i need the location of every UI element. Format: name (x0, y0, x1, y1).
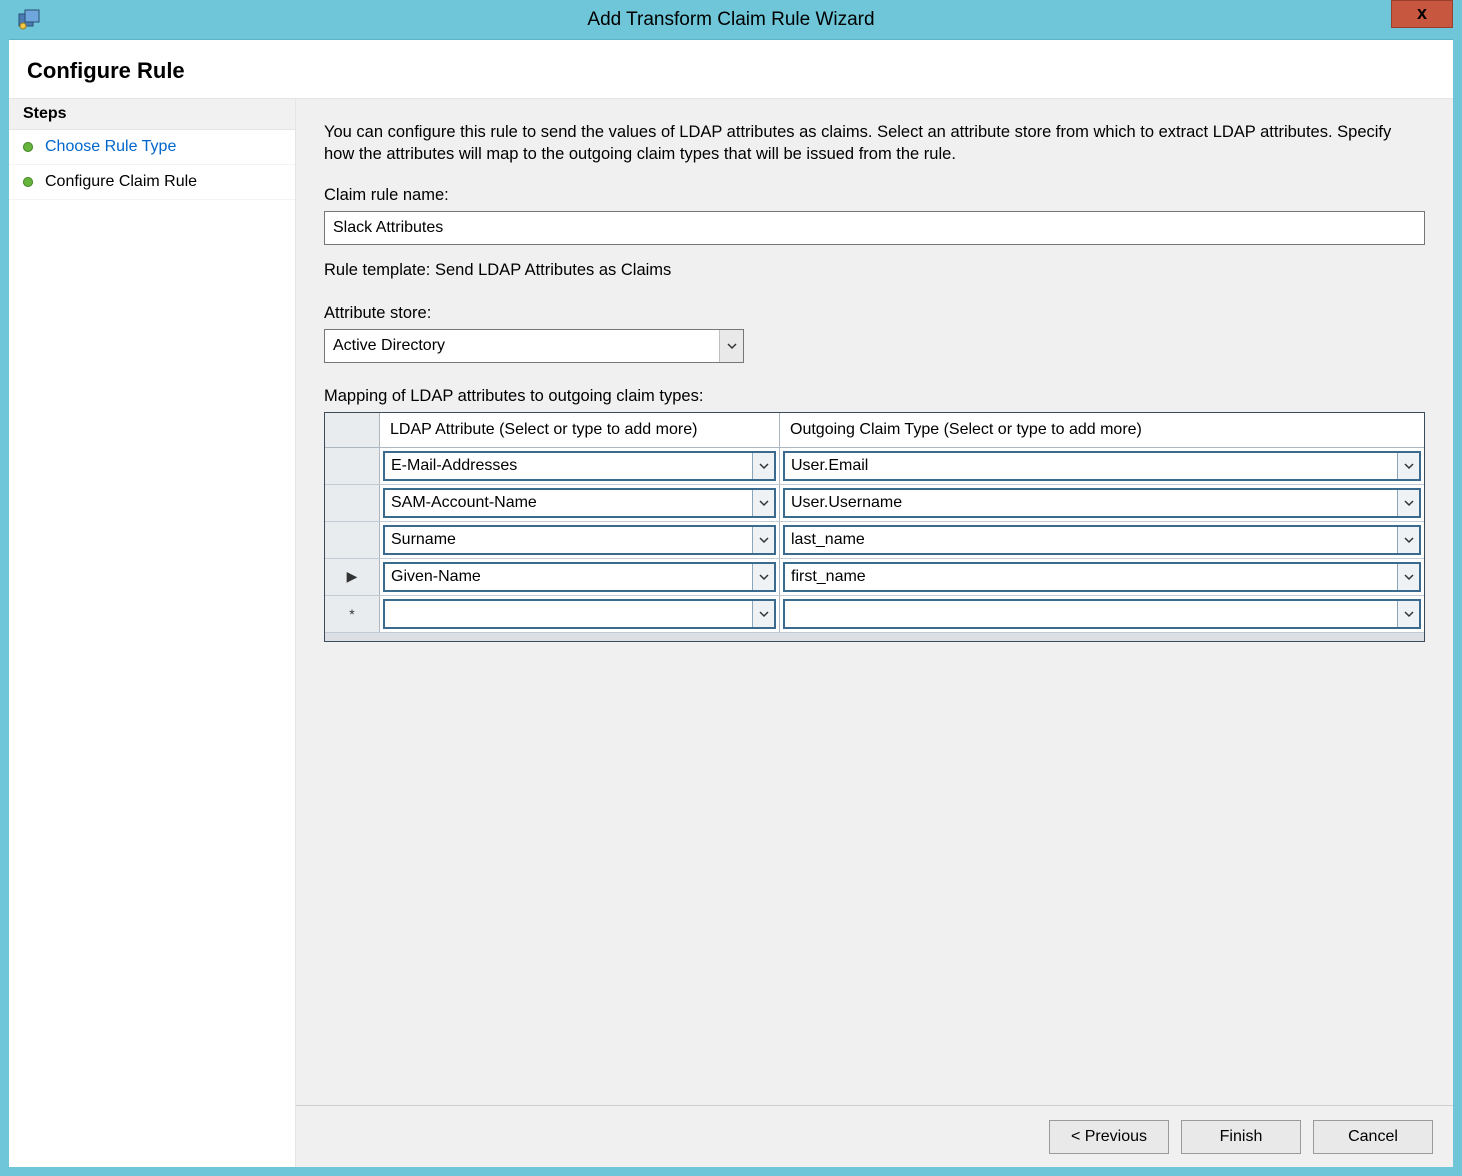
outgoing-claim-value: first_name (785, 568, 1397, 586)
mapping-grid: LDAP Attribute (Select or type to add mo… (324, 412, 1425, 642)
row-marker[interactable]: * (325, 596, 380, 632)
cell-claim: last_name (780, 522, 1424, 558)
cell-ldap: E-Mail-Addresses (380, 448, 780, 484)
ldap-attribute-value: SAM-Account-Name (385, 494, 752, 512)
outgoing-claim-combo[interactable]: last_name (783, 525, 1421, 555)
outgoing-claim-combo[interactable]: first_name (783, 562, 1421, 592)
chevron-down-icon (1397, 490, 1419, 516)
outgoing-claim-combo[interactable]: User.Email (783, 451, 1421, 481)
step-configure-claim-rule[interactable]: Configure Claim Rule (9, 165, 295, 200)
claim-rule-name-label: Claim rule name: (324, 186, 1425, 205)
ldap-attribute-combo[interactable]: SAM-Account-Name (383, 488, 776, 518)
outgoing-claim-value: User.Username (785, 494, 1397, 512)
grid-body: E-Mail-Addresses User.Email SAM-Account-Na… (325, 448, 1424, 633)
ldap-attribute-combo[interactable] (383, 599, 776, 629)
finish-button[interactable]: Finish (1181, 1120, 1301, 1154)
grid-row: Surname last_name (325, 522, 1424, 559)
cancel-button[interactable]: Cancel (1313, 1120, 1433, 1154)
ldap-attribute-value: Surname (385, 531, 752, 549)
attribute-store-combo[interactable] (324, 329, 744, 363)
cell-ldap: Given-Name (380, 559, 780, 595)
rule-template-text: Rule template: Send LDAP Attributes as C… (324, 261, 1425, 280)
grid-footer-strip (325, 633, 1424, 641)
grid-row: ▶ Given-Name first_name (325, 559, 1424, 596)
step-choose-rule-type[interactable]: Choose Rule Type (9, 130, 295, 165)
claim-rule-name-input[interactable] (324, 211, 1425, 245)
row-marker[interactable] (325, 485, 380, 521)
attribute-store-value[interactable] (324, 329, 744, 363)
cell-claim (780, 596, 1424, 632)
wizard-window: Add Transform Claim Rule Wizard x Config… (9, 0, 1453, 1167)
chevron-down-icon (1397, 564, 1419, 590)
chevron-down-icon (752, 601, 774, 627)
grid-row: E-Mail-Addresses User.Email (325, 448, 1424, 485)
mapping-label: Mapping of LDAP attributes to outgoing c… (324, 387, 1425, 406)
main-pane: You can configure this rule to send the … (296, 99, 1453, 1167)
steps-sidebar: Steps Choose Rule Type Configure Claim R… (9, 99, 296, 1167)
previous-button[interactable]: < Previous (1049, 1120, 1169, 1154)
grid-header-row: LDAP Attribute (Select or type to add mo… (325, 413, 1424, 448)
cell-claim: User.Username (780, 485, 1424, 521)
attribute-store-label: Attribute store: (324, 304, 1425, 323)
chevron-down-icon (752, 453, 774, 479)
main-content: You can configure this rule to send the … (296, 99, 1453, 1105)
grid-row: * (325, 596, 1424, 633)
window-body: Configure Rule Steps Choose Rule Type Co… (9, 40, 1453, 1167)
app-icon (17, 8, 41, 32)
title-bar: Add Transform Claim Rule Wizard x (9, 0, 1453, 40)
row-marker[interactable]: ▶ (325, 559, 380, 595)
outgoing-claim-value: User.Email (785, 457, 1397, 475)
close-icon: x (1417, 3, 1427, 23)
chevron-down-icon (752, 527, 774, 553)
button-bar: < Previous Finish Cancel (296, 1105, 1453, 1167)
ldap-attribute-combo[interactable]: Surname (383, 525, 776, 555)
close-button[interactable]: x (1391, 0, 1453, 28)
col-header-claim: Outgoing Claim Type (Select or type to a… (780, 413, 1424, 447)
chevron-down-icon (1397, 601, 1419, 627)
ldap-attribute-combo[interactable]: E-Mail-Addresses (383, 451, 776, 481)
cell-ldap: Surname (380, 522, 780, 558)
row-marker[interactable] (325, 522, 380, 558)
steps-header: Steps (9, 99, 295, 130)
col-header-ldap: LDAP Attribute (Select or type to add mo… (380, 413, 780, 447)
cell-claim: User.Email (780, 448, 1424, 484)
ldap-attribute-value: E-Mail-Addresses (385, 457, 752, 475)
step-bullet-icon (23, 142, 33, 152)
chevron-down-icon (752, 564, 774, 590)
chevron-down-icon (1397, 527, 1419, 553)
window-frame: Add Transform Claim Rule Wizard x Config… (0, 0, 1462, 1176)
chevron-down-icon (752, 490, 774, 516)
ldap-attribute-combo[interactable]: Given-Name (383, 562, 776, 592)
cell-ldap: SAM-Account-Name (380, 485, 780, 521)
chevron-down-icon (1397, 453, 1419, 479)
grid-corner (325, 413, 380, 447)
instructions-text: You can configure this rule to send the … (324, 121, 1425, 166)
step-bullet-icon (23, 177, 33, 187)
page-heading: Configure Rule (9, 40, 1453, 98)
outgoing-claim-combo[interactable] (783, 599, 1421, 629)
outgoing-claim-value: last_name (785, 531, 1397, 549)
row-marker[interactable] (325, 448, 380, 484)
window-title: Add Transform Claim Rule Wizard (587, 9, 874, 31)
cell-claim: first_name (780, 559, 1424, 595)
cell-ldap (380, 596, 780, 632)
outgoing-claim-combo[interactable]: User.Username (783, 488, 1421, 518)
grid-row: SAM-Account-Name User.Username (325, 485, 1424, 522)
step-label: Configure Claim Rule (45, 173, 197, 191)
ldap-attribute-value: Given-Name (385, 568, 752, 586)
step-label: Choose Rule Type (45, 138, 176, 156)
content-area: Steps Choose Rule Type Configure Claim R… (9, 98, 1453, 1167)
